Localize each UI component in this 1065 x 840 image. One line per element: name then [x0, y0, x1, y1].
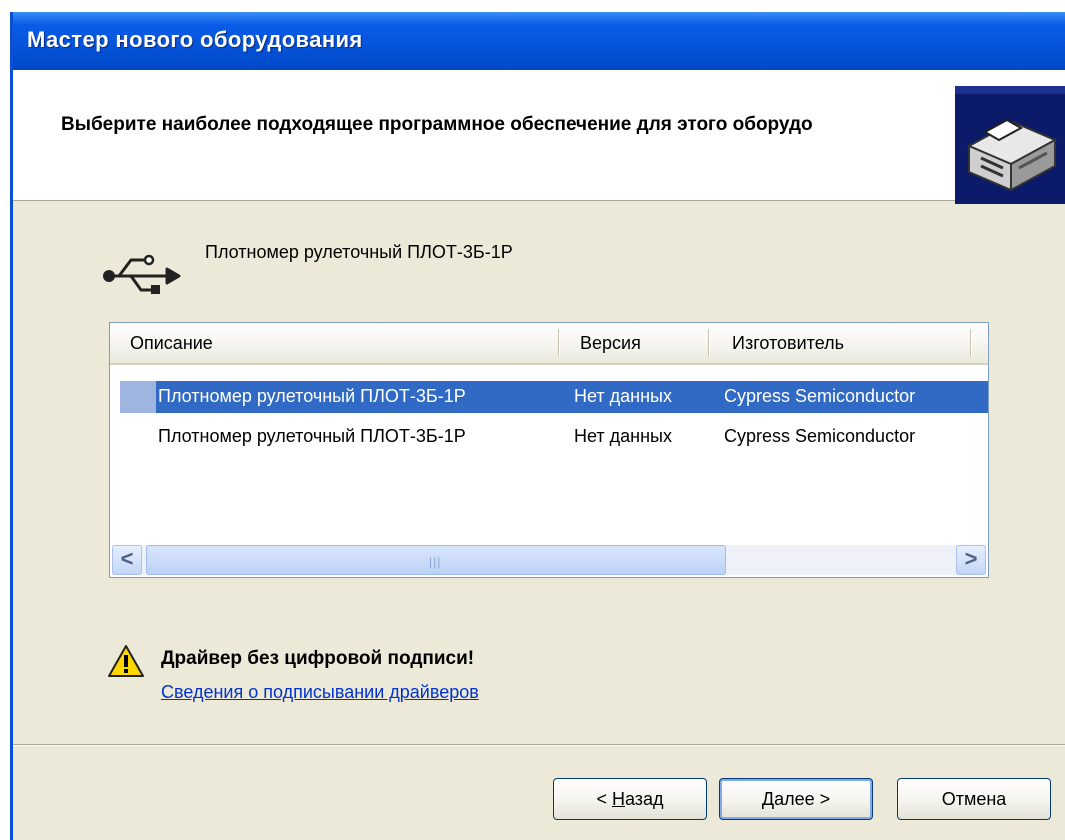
wizard-header: Выберите наиболее подходящее программное…	[13, 70, 1065, 204]
hardware-icon	[955, 86, 1065, 204]
chevron-right-icon: >	[964, 546, 978, 571]
driver-signing-link[interactable]: Сведения о подписывании драйверов	[161, 682, 479, 703]
list-header: Описание Версия Изготовитель	[110, 323, 988, 365]
column-version[interactable]: Версия	[580, 333, 641, 354]
column-separator[interactable]	[970, 329, 972, 357]
driver-list[interactable]: Описание Версия Изготовитель Плотномер р…	[109, 322, 989, 578]
scrollbar-thumb[interactable]: |||	[146, 545, 726, 575]
window-title: Мастер нового оборудования	[27, 27, 363, 52]
header-title: Выберите наиболее подходящее программное…	[61, 114, 813, 135]
usb-icon	[103, 254, 181, 294]
unsigned-driver-warning: Драйвер без цифровой подписи!	[161, 648, 475, 669]
device-row: Плотномер рулеточный ПЛОТ-3Б-1Р	[101, 242, 801, 302]
next-button[interactable]: Далее >	[719, 778, 873, 820]
column-separator[interactable]	[708, 329, 710, 357]
grip-icon: |||	[429, 555, 442, 569]
scroll-left-button[interactable]: <	[112, 545, 142, 575]
row-manufacturer: Cypress Semiconductor	[724, 426, 916, 446]
next-hotkey: Д	[761, 789, 775, 809]
row-version: Нет данных	[574, 386, 672, 406]
table-row[interactable]: Плотномер рулеточный ПЛОТ-3Б-1Р Нет данн…	[110, 381, 988, 413]
column-manufacturer[interactable]: Изготовитель	[732, 333, 844, 354]
back-arrow: <	[596, 789, 612, 809]
next-label: алее	[774, 789, 815, 809]
table-row[interactable]: Плотномер рулеточный ПЛОТ-3Б-1Р Нет данн…	[110, 421, 988, 453]
row-version: Нет данных	[574, 426, 672, 446]
row-description: Плотномер рулеточный ПЛОТ-3Б-1Р	[158, 426, 466, 446]
cancel-label: Отмена	[941, 789, 1007, 809]
cancel-button[interactable]: Отмена	[897, 778, 1051, 820]
horizontal-scrollbar[interactable]: < ||| >	[112, 545, 986, 575]
back-button[interactable]: < Назад	[553, 778, 707, 820]
wizard-window: Мастер нового оборудования Выберите наиб…	[10, 12, 1065, 840]
device-name: Плотномер рулеточный ПЛОТ-3Б-1Р	[205, 242, 513, 262]
row-description: Плотномер рулеточный ПЛОТ-3Б-1Р	[158, 386, 466, 406]
chevron-left-icon: <	[120, 546, 134, 571]
column-description[interactable]: Описание	[130, 333, 213, 354]
next-arrow: >	[814, 789, 831, 809]
back-hotkey: Н	[611, 789, 625, 809]
row-manufacturer: Cypress Semiconductor	[724, 386, 916, 406]
title-bar[interactable]: Мастер нового оборудования	[13, 12, 1065, 70]
scroll-right-button[interactable]: >	[956, 545, 986, 575]
warning-icon	[108, 645, 144, 677]
column-separator[interactable]	[558, 329, 560, 357]
back-label: азад	[624, 789, 664, 809]
divider	[13, 744, 1065, 746]
